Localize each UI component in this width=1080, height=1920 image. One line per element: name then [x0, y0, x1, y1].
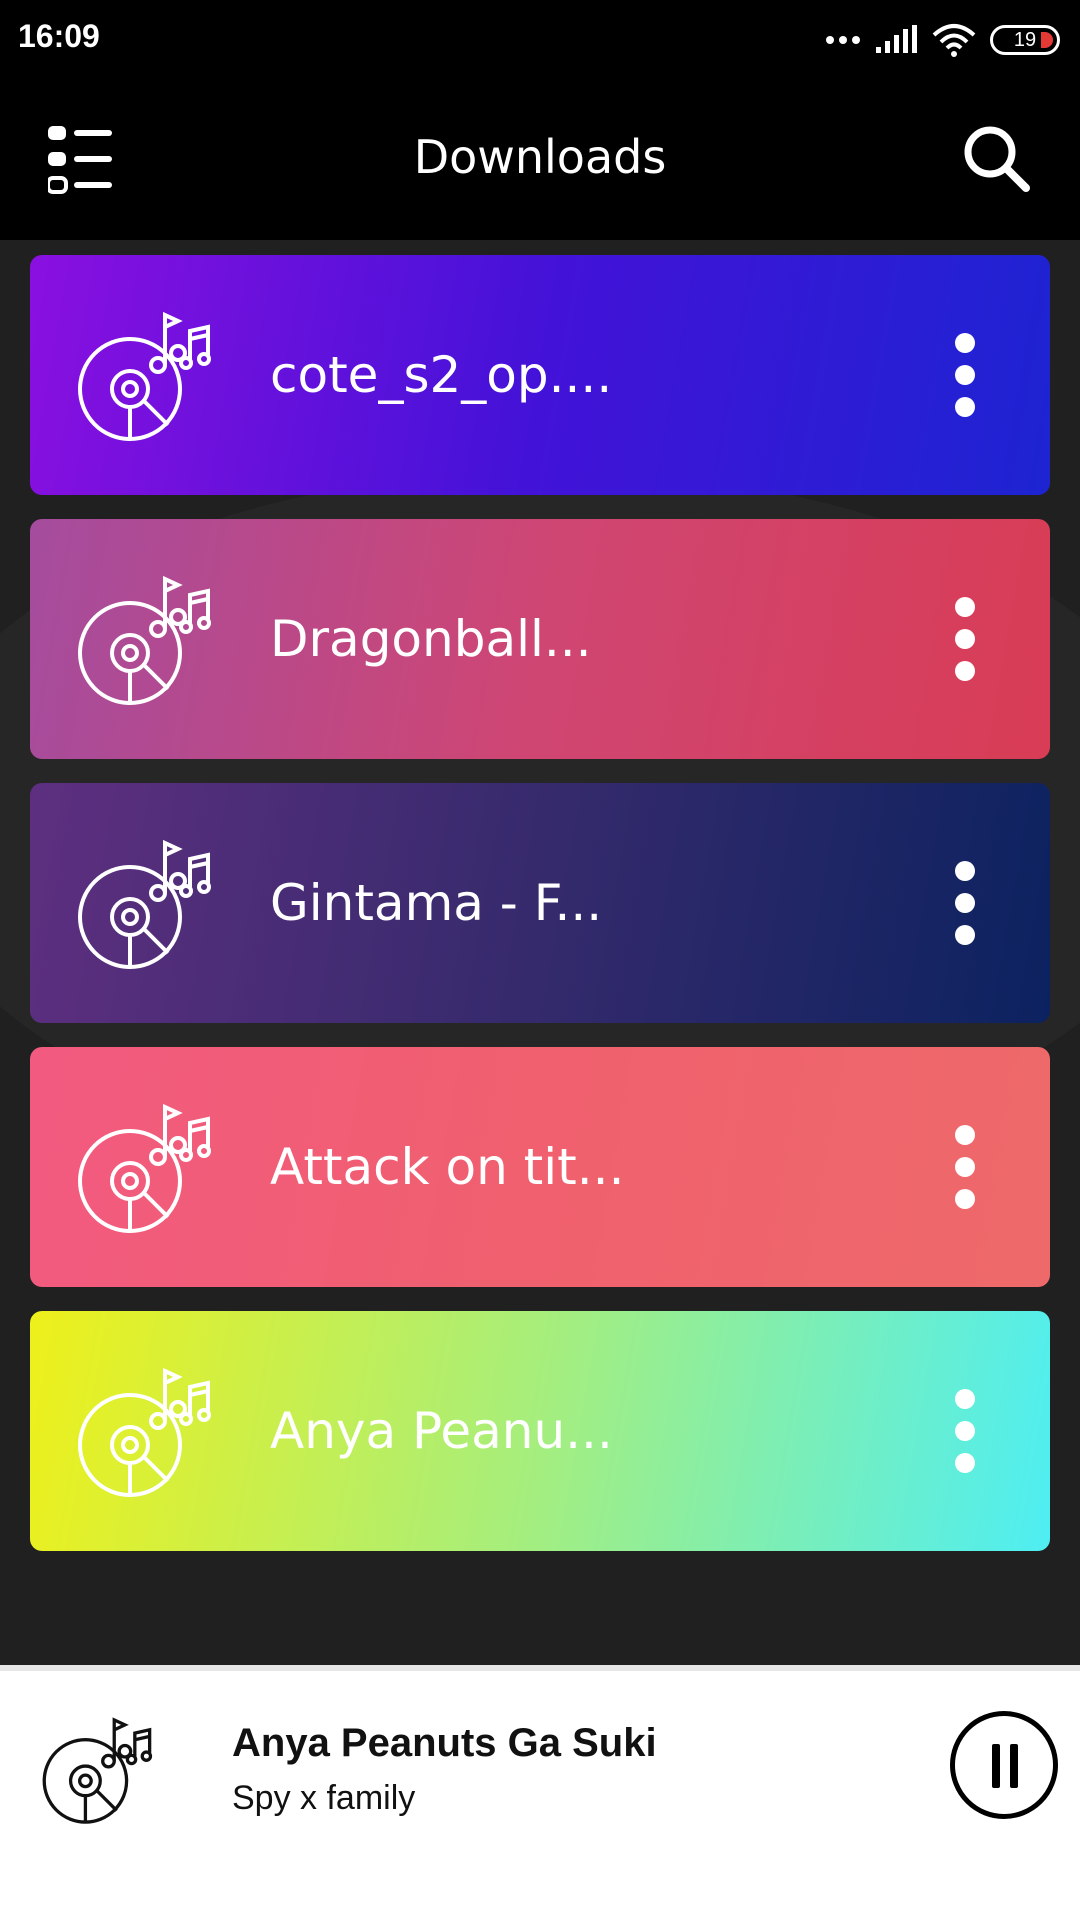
music-disc-icon: [78, 839, 211, 969]
more-options-icon[interactable]: [940, 861, 990, 945]
download-card[interactable]: Gintama - F...: [30, 783, 1050, 1023]
music-disc-icon: [78, 1367, 211, 1497]
battery-percent: 19: [1013, 28, 1037, 51]
more-options-icon[interactable]: [940, 333, 990, 417]
track-title: cote_s2_op....: [270, 346, 613, 404]
download-card[interactable]: cote_s2_op....: [30, 255, 1050, 495]
track-title: Dragonball...: [270, 610, 592, 668]
page-title: Downloads: [413, 130, 667, 184]
now-playing-subtitle: Spy x family: [232, 1779, 416, 1817]
pause-icon: [992, 1744, 1000, 1788]
app-header: Downloads: [0, 80, 1080, 240]
signal-icon: [876, 25, 917, 53]
track-title: Gintama - F...: [270, 874, 603, 932]
battery-icon: 19: [990, 25, 1060, 55]
track-title: Anya Peanu...: [270, 1402, 613, 1460]
more-options-icon[interactable]: [940, 1125, 990, 1209]
music-disc-icon: [78, 575, 211, 705]
now-playing-bar[interactable]: Anya Peanuts Ga Suki Spy x family: [0, 1665, 1080, 1920]
download-card[interactable]: Anya Peanu...: [30, 1311, 1050, 1551]
download-card[interactable]: Attack on tit...: [30, 1047, 1050, 1287]
status-bar: 16:09 19: [0, 0, 1080, 80]
status-time: 16:09: [18, 18, 100, 54]
battery-level: [1041, 32, 1053, 48]
more-options-icon[interactable]: [940, 1389, 990, 1473]
track-title: Attack on tit...: [270, 1138, 625, 1196]
more-options-icon[interactable]: [940, 597, 990, 681]
now-playing-title: Anya Peanuts Ga Suki: [232, 1721, 657, 1765]
music-disc-icon: [78, 1103, 211, 1233]
wifi-icon: [932, 24, 976, 57]
dots-icon: [826, 36, 860, 44]
status-icons: 19: [826, 20, 1060, 60]
search-icon[interactable]: [960, 122, 1032, 194]
music-disc-icon: [42, 1717, 153, 1824]
pause-button[interactable]: [950, 1711, 1058, 1819]
download-card[interactable]: Dragonball...: [30, 519, 1050, 759]
downloads-list[interactable]: cote_s2_op.... Dragonball... Gintama - F: [0, 240, 1080, 1665]
music-disc-icon: [78, 311, 211, 441]
